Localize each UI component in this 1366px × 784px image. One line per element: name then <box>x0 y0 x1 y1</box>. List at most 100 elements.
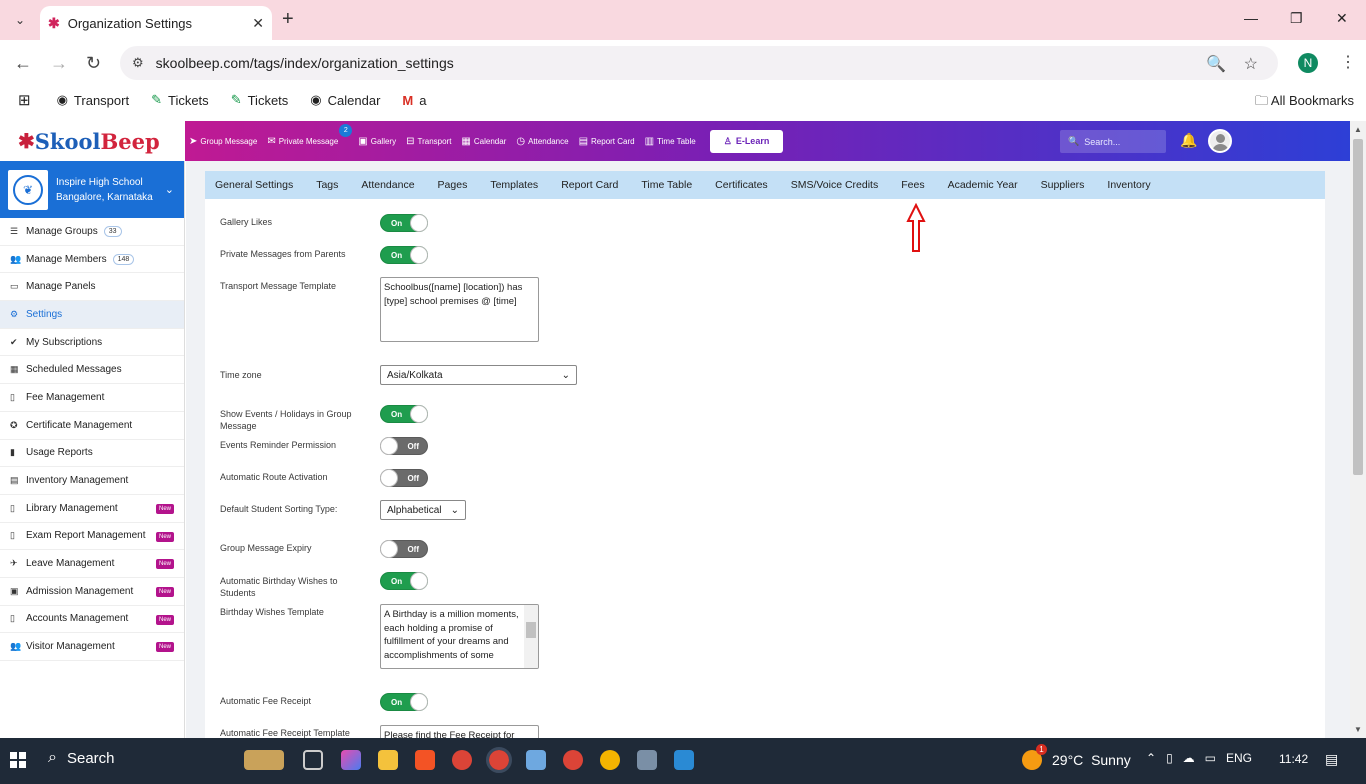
private-messages-toggle[interactable]: On <box>380 246 428 264</box>
tab-suppliers[interactable]: Suppliers <box>1041 179 1085 191</box>
nav-time-table[interactable]: ▥ Time Table <box>645 136 696 147</box>
chevron-down-icon[interactable]: ⌄ <box>165 183 174 196</box>
bookmark-calendar[interactable]: ◉ Calendar <box>310 92 380 108</box>
new-tab-icon[interactable]: + <box>282 8 294 31</box>
sidebar-item-accounts-management[interactable]: ▯ Accounts Management New <box>0 606 184 634</box>
birthday-wishes-toggle[interactable]: On <box>380 572 428 590</box>
url-text[interactable]: skoolbeep.com/tags/index/organization_se… <box>156 55 454 71</box>
cloud-icon[interactable]: ☁ <box>1183 751 1195 765</box>
window-close-icon[interactable]: ✕ <box>1336 10 1348 27</box>
tab-inventory[interactable]: Inventory <box>1107 179 1150 191</box>
back-icon[interactable]: ← <box>14 53 32 74</box>
fee-receipt-template-textarea[interactable]: Please find the Fee Receipt for <box>380 725 539 738</box>
sidebar-item-leave-management[interactable]: ✈ Leave Management New <box>0 550 184 578</box>
file-explorer-icon[interactable] <box>378 750 398 770</box>
sidebar-item-usage-reports[interactable]: ▮ Usage Reports <box>0 440 184 468</box>
events-reminder-toggle[interactable]: Off <box>380 437 428 455</box>
tab-templates[interactable]: Templates <box>490 179 538 191</box>
textarea-scrollbar[interactable] <box>524 605 538 668</box>
auto-route-toggle[interactable]: Off <box>380 469 428 487</box>
battery-icon[interactable]: ▭ <box>1205 751 1216 765</box>
tab-close-icon[interactable]: ✕ <box>252 15 264 32</box>
nav-report-card[interactable]: ▤ Report Card <box>579 136 635 147</box>
tab-pages[interactable]: Pages <box>438 179 468 191</box>
elearn-button[interactable]: ♙ E-Learn <box>709 129 784 153</box>
page-scrollbar[interactable]: ▲ ▼ <box>1350 121 1366 738</box>
chrome-active-icon[interactable] <box>486 747 512 773</box>
sidebar-item-certificate-management[interactable]: ✪ Certificate Management <box>0 412 184 440</box>
sidebar-item-scheduled-messages[interactable]: ▦ Scheduled Messages <box>0 356 184 385</box>
all-bookmarks[interactable]: 🗀 All Bookmarks <box>1255 92 1354 114</box>
task-view-icon[interactable] <box>303 750 323 770</box>
sidebar-item-visitor-management[interactable]: 👥 Visitor Management New <box>0 633 184 661</box>
nav-gallery[interactable]: ▣ Gallery <box>358 136 396 147</box>
taskbar-search[interactable]: ⌕ Search <box>48 749 115 767</box>
paint-icon[interactable] <box>637 750 657 770</box>
notification-center-icon[interactable]: ▤ <box>1325 751 1338 768</box>
sorting-type-select[interactable]: Alphabetical ⌄ <box>380 500 466 520</box>
bookmark-tickets[interactable]: ✎ Tickets <box>151 92 209 108</box>
profile-avatar[interactable]: N <box>1298 53 1318 73</box>
scroll-up-icon[interactable]: ▲ <box>1354 125 1362 134</box>
chevron-up-icon[interactable]: ⌃ <box>1146 751 1156 765</box>
nav-group-message[interactable]: ➤ Group Message <box>189 136 257 147</box>
tab-certificates[interactable]: Certificates <box>715 179 768 191</box>
forward-icon[interactable]: → <box>50 53 68 74</box>
sidebar-item-manage-members[interactable]: 👥 Manage Members 148 <box>0 246 184 274</box>
tab-fees[interactable]: Fees <box>901 179 924 191</box>
tab-sms-voice-credits[interactable]: SMS/Voice Credits <box>791 179 879 191</box>
scroll-down-icon[interactable]: ▼ <box>1354 725 1362 734</box>
chrome-icon[interactable] <box>452 750 472 770</box>
group-expiry-toggle[interactable]: Off <box>380 540 428 558</box>
time-zone-select[interactable]: Asia/Kolkata ⌄ <box>380 365 577 385</box>
sidebar-item-exam-report-management[interactable]: ▯ Exam Report Management New <box>0 523 184 551</box>
browser-tab[interactable]: ✱ Organization Settings ✕ <box>40 6 272 40</box>
tab-time-table[interactable]: Time Table <box>641 179 692 191</box>
top-search-input[interactable]: 🔍 Search... <box>1060 130 1166 153</box>
apps-grid-icon[interactable]: ⊞ <box>18 91 31 109</box>
photos-icon[interactable] <box>674 750 694 770</box>
reload-icon[interactable]: ↻ <box>86 53 101 74</box>
notepad-icon[interactable] <box>526 750 546 770</box>
sidebar-item-admission-management[interactable]: ▣ Admission Management New <box>0 578 184 606</box>
tab-search-chevron-icon[interactable]: ⌄ <box>8 8 32 32</box>
sidebar-item-my-subscriptions[interactable]: ✔ My Subscriptions <box>0 329 184 357</box>
copilot-icon[interactable] <box>341 750 361 770</box>
omnibox[interactable]: ⚙ skoolbeep.com/tags/index/organization_… <box>120 46 1278 80</box>
weather-widget[interactable]: 1 29°C Sunny <box>1022 744 1131 770</box>
restore-icon[interactable]: ❐ <box>1290 10 1303 27</box>
transport-template-textarea[interactable]: Schoolbus([name] [location]) has [type] … <box>380 277 539 342</box>
radio-widget-icon[interactable] <box>244 750 284 770</box>
notification-bell-icon[interactable]: 🔔 <box>1180 132 1197 149</box>
nav-transport[interactable]: ⊟ Transport <box>406 136 451 147</box>
user-avatar[interactable] <box>1208 129 1232 153</box>
sidebar-item-manage-panels[interactable]: ▭ Manage Panels <box>0 273 184 302</box>
tab-tags[interactable]: Tags <box>316 179 338 191</box>
sidebar-item-fee-management[interactable]: ▯ Fee Management <box>0 384 184 412</box>
tab-academic-year[interactable]: Academic Year <box>948 179 1018 191</box>
sidebar-item-library-management[interactable]: ▯ Library Management New <box>0 495 184 523</box>
chrome-icon-3[interactable] <box>600 750 620 770</box>
bookmark-gmail[interactable]: Ma <box>402 93 426 108</box>
site-info-icon[interactable]: ⚙ <box>132 55 144 71</box>
school-selector[interactable]: ❦ Inspire High School Bangalore, Karnata… <box>0 161 184 218</box>
nav-private-message[interactable]: ✉ Private Message 2 <box>267 123 353 147</box>
zoom-and-bookmark-icons[interactable]: 🔍 ☆ <box>1206 54 1258 74</box>
sidebar-item-settings[interactable]: ⚙ Settings <box>0 301 184 329</box>
show-events-toggle[interactable]: On <box>380 405 428 423</box>
fee-receipt-toggle[interactable]: On <box>380 693 428 711</box>
browser-menu-icon[interactable]: ⋮ <box>1340 52 1356 72</box>
nav-calendar[interactable]: ▦ Calendar <box>461 136 506 147</box>
clock[interactable]: 11:42 <box>1279 752 1308 766</box>
gallery-likes-toggle[interactable]: On <box>380 214 428 232</box>
language-indicator[interactable]: ENG <box>1226 751 1252 765</box>
tab-report-card[interactable]: Report Card <box>561 179 618 191</box>
windows-start-icon[interactable] <box>10 752 26 768</box>
nav-attendance[interactable]: ◷ Attendance <box>516 136 568 147</box>
minimize-icon[interactable]: — <box>1244 10 1258 26</box>
chrome-icon-2[interactable] <box>563 750 583 770</box>
bookmark-transport[interactable]: ◉ Transport <box>57 92 130 108</box>
scrollbar-thumb[interactable] <box>1353 139 1363 475</box>
meet-icon[interactable]: ▯ <box>1166 751 1173 765</box>
tab-general-settings[interactable]: General Settings <box>215 179 293 191</box>
